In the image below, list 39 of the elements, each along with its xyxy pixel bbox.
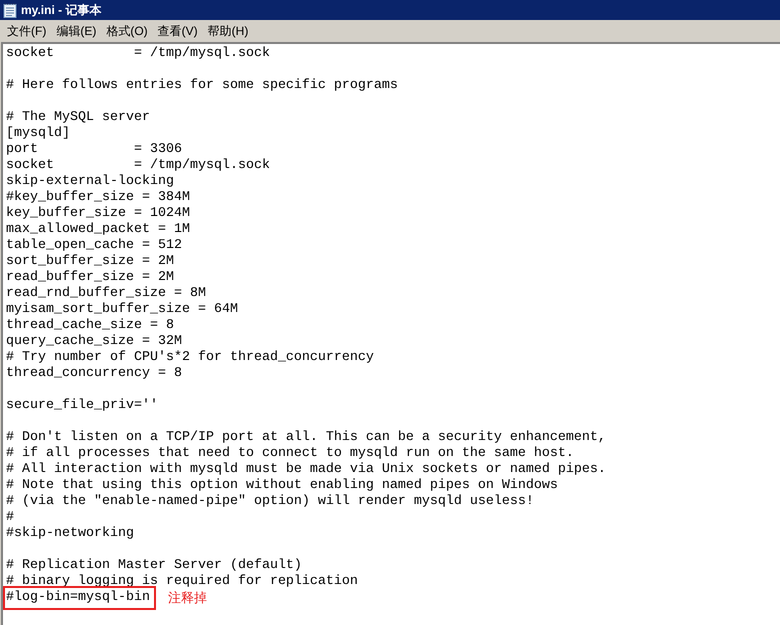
code-line: # All interaction with mysqld must be made via Unix sockets or named pipes. bbox=[6, 462, 606, 477]
notepad-icon bbox=[3, 2, 17, 18]
code-line: # Here follows entries for some specific programs bbox=[6, 78, 398, 93]
annotation-note: 注释掉 bbox=[168, 590, 207, 606]
code-line: # Try number of CPU's*2 for thread_concurrency bbox=[6, 350, 374, 365]
code-line: # Don't listen on a TCP/IP port at all. This can be a security enhancement, bbox=[6, 430, 606, 445]
code-line: # (via the "enable-named-pipe" option) will render mysqld useless! bbox=[6, 494, 534, 509]
window-title: my.ini - 记事本 bbox=[21, 4, 102, 16]
menu-item[interactable]: 编辑(E) bbox=[51, 25, 102, 37]
code-line: secure_file_priv='' bbox=[6, 398, 158, 413]
code-line: socket = /tmp/mysql.sock bbox=[6, 46, 270, 61]
code-line: #key_buffer_size = 384M bbox=[6, 190, 190, 205]
code-line: port = 3306 bbox=[6, 142, 182, 157]
menu-item[interactable]: 帮助(H) bbox=[202, 25, 254, 37]
menu-item[interactable]: 文件(F) bbox=[2, 25, 52, 37]
code-line: # The MySQL server bbox=[6, 110, 150, 125]
text-editor[interactable] bbox=[1, 42, 780, 625]
code-line: # bbox=[6, 510, 14, 525]
code-line: query_cache_size = 32M bbox=[6, 334, 182, 349]
code-line: # Replication Master Server (default) bbox=[6, 558, 302, 573]
code-line: key_buffer_size = 1024M bbox=[6, 206, 190, 221]
code-line: thread_cache_size = 8 bbox=[6, 318, 174, 333]
code-line: # Note that using this option without enabling named pipes on Windows bbox=[6, 478, 558, 493]
menu-item[interactable]: 查看(V) bbox=[152, 25, 203, 37]
code-line: read_buffer_size = 2M bbox=[6, 270, 174, 285]
code-line: max_allowed_packet = 1M bbox=[6, 222, 190, 237]
code-line: table_open_cache = 512 bbox=[6, 238, 182, 253]
code-line: myisam_sort_buffer_size = 64M bbox=[6, 302, 238, 317]
code-line: sort_buffer_size = 2M bbox=[6, 254, 174, 269]
highlight-box: #log-bin=mysql-bin bbox=[3, 586, 156, 610]
code-line: skip-external-locking bbox=[6, 174, 174, 189]
code-line: #skip-networking bbox=[6, 526, 134, 541]
code-line: # binary logging is required for replication bbox=[6, 574, 358, 589]
code-line: [mysqld] bbox=[6, 126, 70, 141]
code-line: read_rnd_buffer_size = 8M bbox=[6, 286, 206, 301]
code-line: # if all processes that need to connect to mysqld run on the same host. bbox=[6, 446, 574, 461]
code-line: thread_concurrency = 8 bbox=[6, 366, 182, 381]
menu-item[interactable]: 格式(O) bbox=[101, 25, 153, 37]
code-line: socket = /tmp/mysql.sock bbox=[6, 158, 270, 173]
